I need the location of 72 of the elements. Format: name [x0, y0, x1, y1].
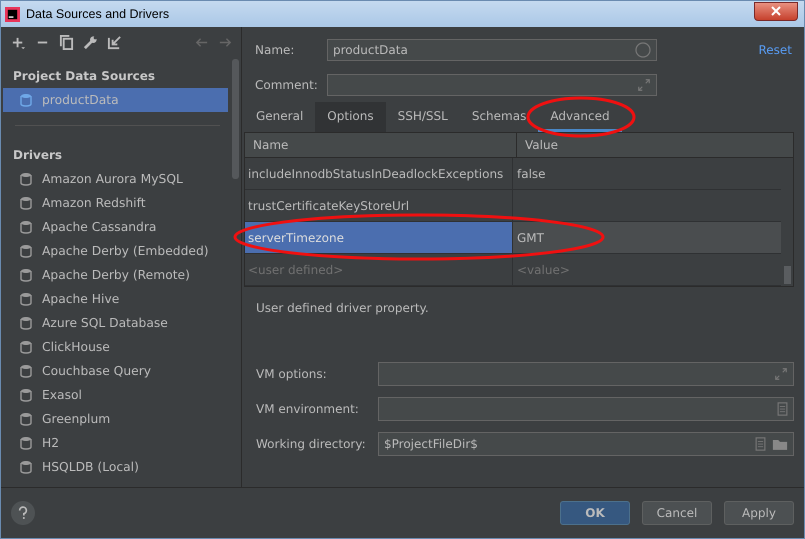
- comment-field[interactable]: [327, 74, 657, 96]
- close-button[interactable]: [754, 2, 798, 20]
- tab[interactable]: SSH/SSL: [386, 102, 460, 132]
- database-icon: [19, 196, 33, 210]
- expand-icon[interactable]: [774, 367, 788, 381]
- document-icon[interactable]: [755, 437, 766, 451]
- name-field[interactable]: productData: [327, 39, 657, 61]
- database-icon: [19, 436, 33, 450]
- database-icon: [19, 268, 33, 282]
- field-label: VM environment:: [256, 402, 360, 416]
- copy-icon[interactable]: [59, 34, 74, 50]
- field-label: Name:: [255, 43, 296, 57]
- field-label: Comment:: [255, 78, 319, 92]
- database-icon: [19, 172, 33, 186]
- import-icon[interactable]: [107, 34, 122, 50]
- sidebar-item[interactable]: Apache Derby (Embedded): [3, 239, 228, 263]
- database-icon: [19, 220, 33, 234]
- dialog-button[interactable]: Cancel: [642, 501, 712, 525]
- tab[interactable]: Options: [315, 102, 386, 132]
- field-label: VM options:: [256, 367, 328, 381]
- database-icon: [19, 388, 33, 402]
- table-cell: serverTimezone: [245, 222, 513, 253]
- input-field[interactable]: [378, 397, 794, 421]
- database-icon: [19, 316, 33, 330]
- sidebar-item[interactable]: Apache Hive: [3, 287, 228, 311]
- description-text: User defined driver property.: [255, 300, 430, 317]
- input-field[interactable]: $ProjectFileDir$: [378, 432, 794, 456]
- help-button[interactable]: [11, 501, 35, 525]
- tab[interactable]: General: [244, 102, 316, 132]
- sidebar-item[interactable]: Amazon Aurora MySQL: [3, 167, 228, 191]
- table-cell: trustCertificateKeyStoreUrl: [245, 190, 513, 221]
- sidebar-item[interactable]: Apache Derby (Remote): [3, 263, 228, 287]
- tab[interactable]: Schemas: [460, 102, 538, 132]
- database-icon: [19, 292, 33, 306]
- expand-icon: [637, 78, 651, 92]
- wrench-icon[interactable]: [83, 34, 98, 50]
- sidebar-item[interactable]: HSQLDB (Local): [3, 455, 228, 479]
- sidebar-item[interactable]: ClickHouse: [3, 335, 228, 359]
- sidebar-item[interactable]: Greenplum: [3, 407, 228, 431]
- close-icon: [771, 6, 781, 16]
- database-icon: [19, 244, 33, 258]
- section-header: Drivers: [12, 147, 64, 164]
- column-header[interactable]: Value: [517, 133, 558, 157]
- table-cell: includeInnodbStatusInDeadlockExceptions: [245, 158, 513, 189]
- database-icon: [19, 340, 33, 354]
- sidebar-item[interactable]: Couchbase Query: [3, 359, 228, 383]
- folder-icon[interactable]: [772, 438, 788, 450]
- window-title: Data Sources and Drivers: [26, 7, 170, 21]
- sidebar-item[interactable]: Apache Cassandra: [3, 215, 228, 239]
- database-icon: [19, 364, 33, 378]
- circle-icon: [635, 42, 651, 58]
- sidebar-item[interactable]: Azure SQL Database: [3, 311, 228, 335]
- scrollbar[interactable]: [232, 59, 239, 179]
- reset-link[interactable]: Reset: [758, 43, 794, 57]
- document-icon[interactable]: [777, 402, 788, 416]
- column-header[interactable]: Name: [245, 133, 517, 157]
- input-field[interactable]: [378, 362, 794, 386]
- sidebar-item[interactable]: H2: [3, 431, 228, 455]
- section-header: Project Data Sources: [12, 68, 156, 85]
- dialog-button[interactable]: OK: [560, 501, 630, 525]
- table-cell-text: false: [516, 166, 547, 182]
- question-mark-icon: [18, 506, 28, 520]
- sidebar-item[interactable]: Amazon Redshift: [3, 191, 228, 215]
- database-icon: [19, 460, 33, 474]
- dialog-button[interactable]: Apply: [724, 501, 794, 525]
- table-cell: GMT: [513, 222, 781, 253]
- app-logo-icon: [5, 6, 20, 22]
- field-label: Working directory:: [256, 437, 367, 451]
- sidebar-item[interactable]: Exasol: [3, 383, 228, 407]
- database-icon: [19, 412, 33, 426]
- scrollbar[interactable]: [784, 266, 791, 284]
- database-icon: [19, 93, 33, 107]
